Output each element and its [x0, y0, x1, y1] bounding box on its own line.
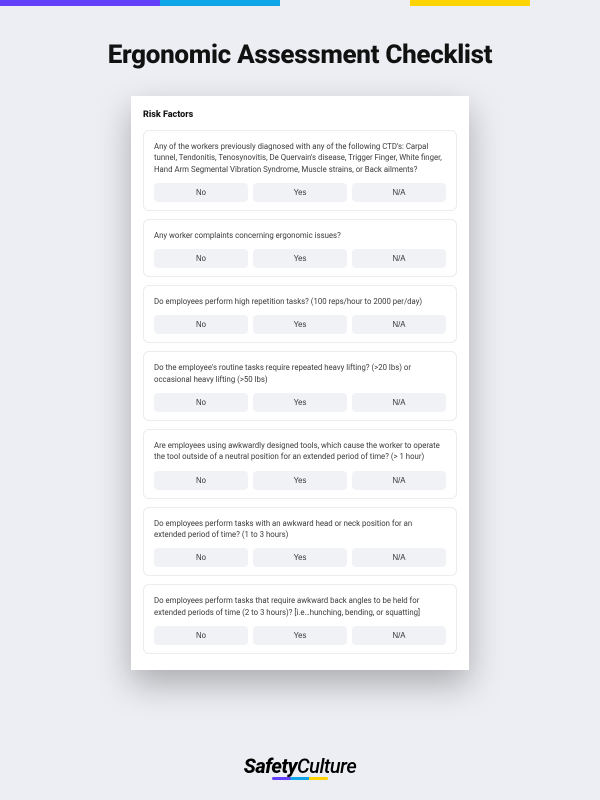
answer-row: No Yes N/A — [154, 626, 446, 645]
question-text: Are employees using awkwardly designed t… — [154, 440, 446, 463]
answer-yes-button[interactable]: Yes — [253, 249, 347, 268]
footer-brand-bold: Safety — [244, 754, 297, 778]
answer-no-button[interactable]: No — [154, 548, 248, 567]
accent-bar-gap — [280, 0, 410, 6]
answer-row: No Yes N/A — [154, 183, 446, 202]
answer-no-button[interactable]: No — [154, 471, 248, 490]
answer-yes-button[interactable]: Yes — [253, 315, 347, 334]
footer-brand-logo: SafetyCulture — [0, 754, 600, 778]
answer-na-button[interactable]: N/A — [352, 183, 446, 202]
question-text: Do the employee's routine tasks require … — [154, 362, 446, 385]
answer-row: No Yes N/A — [154, 249, 446, 268]
answer-yes-button[interactable]: Yes — [253, 548, 347, 567]
answer-no-button[interactable]: No — [154, 315, 248, 334]
answer-row: No Yes N/A — [154, 548, 446, 567]
answer-no-button[interactable]: No — [154, 183, 248, 202]
question-block: Do employees perform tasks that require … — [143, 584, 457, 654]
question-block: Do employees perform tasks with an awkwa… — [143, 507, 457, 577]
question-block: Do the employee's routine tasks require … — [143, 351, 457, 421]
answer-na-button[interactable]: N/A — [352, 249, 446, 268]
answer-yes-button[interactable]: Yes — [253, 393, 347, 412]
answer-no-button[interactable]: No — [154, 249, 248, 268]
question-block: Are employees using awkwardly designed t… — [143, 429, 457, 499]
accent-bar-yellow — [410, 0, 530, 6]
answer-row: No Yes N/A — [154, 393, 446, 412]
checklist-card: Risk Factors Any of the workers previous… — [131, 96, 469, 670]
question-text: Any of the workers previously diagnosed … — [154, 141, 446, 175]
answer-no-button[interactable]: No — [154, 393, 248, 412]
answer-row: No Yes N/A — [154, 471, 446, 490]
question-text: Do employees perform tasks with an awkwa… — [154, 518, 446, 541]
answer-na-button[interactable]: N/A — [352, 626, 446, 645]
footer-brand-light: Culture — [297, 754, 356, 778]
answer-na-button[interactable]: N/A — [352, 471, 446, 490]
footer-brand-underline — [272, 777, 328, 780]
question-text: Do employees perform tasks that require … — [154, 595, 446, 618]
accent-bar — [0, 0, 600, 6]
accent-bar-purple — [0, 0, 160, 6]
answer-na-button[interactable]: N/A — [352, 393, 446, 412]
question-block: Any worker complaints concerning ergonom… — [143, 219, 457, 277]
answer-na-button[interactable]: N/A — [352, 548, 446, 567]
accent-bar-blue — [160, 0, 280, 6]
page-title: Ergonomic Assessment Checklist — [0, 40, 600, 70]
question-block: Any of the workers previously diagnosed … — [143, 130, 457, 211]
answer-row: No Yes N/A — [154, 315, 446, 334]
question-text: Do employees perform high repetition tas… — [154, 296, 446, 307]
question-text: Any worker complaints concerning ergonom… — [154, 230, 446, 241]
answer-no-button[interactable]: No — [154, 626, 248, 645]
answer-yes-button[interactable]: Yes — [253, 626, 347, 645]
answer-yes-button[interactable]: Yes — [253, 471, 347, 490]
answer-yes-button[interactable]: Yes — [253, 183, 347, 202]
answer-na-button[interactable]: N/A — [352, 315, 446, 334]
question-block: Do employees perform high repetition tas… — [143, 285, 457, 343]
section-header: Risk Factors — [143, 110, 457, 120]
